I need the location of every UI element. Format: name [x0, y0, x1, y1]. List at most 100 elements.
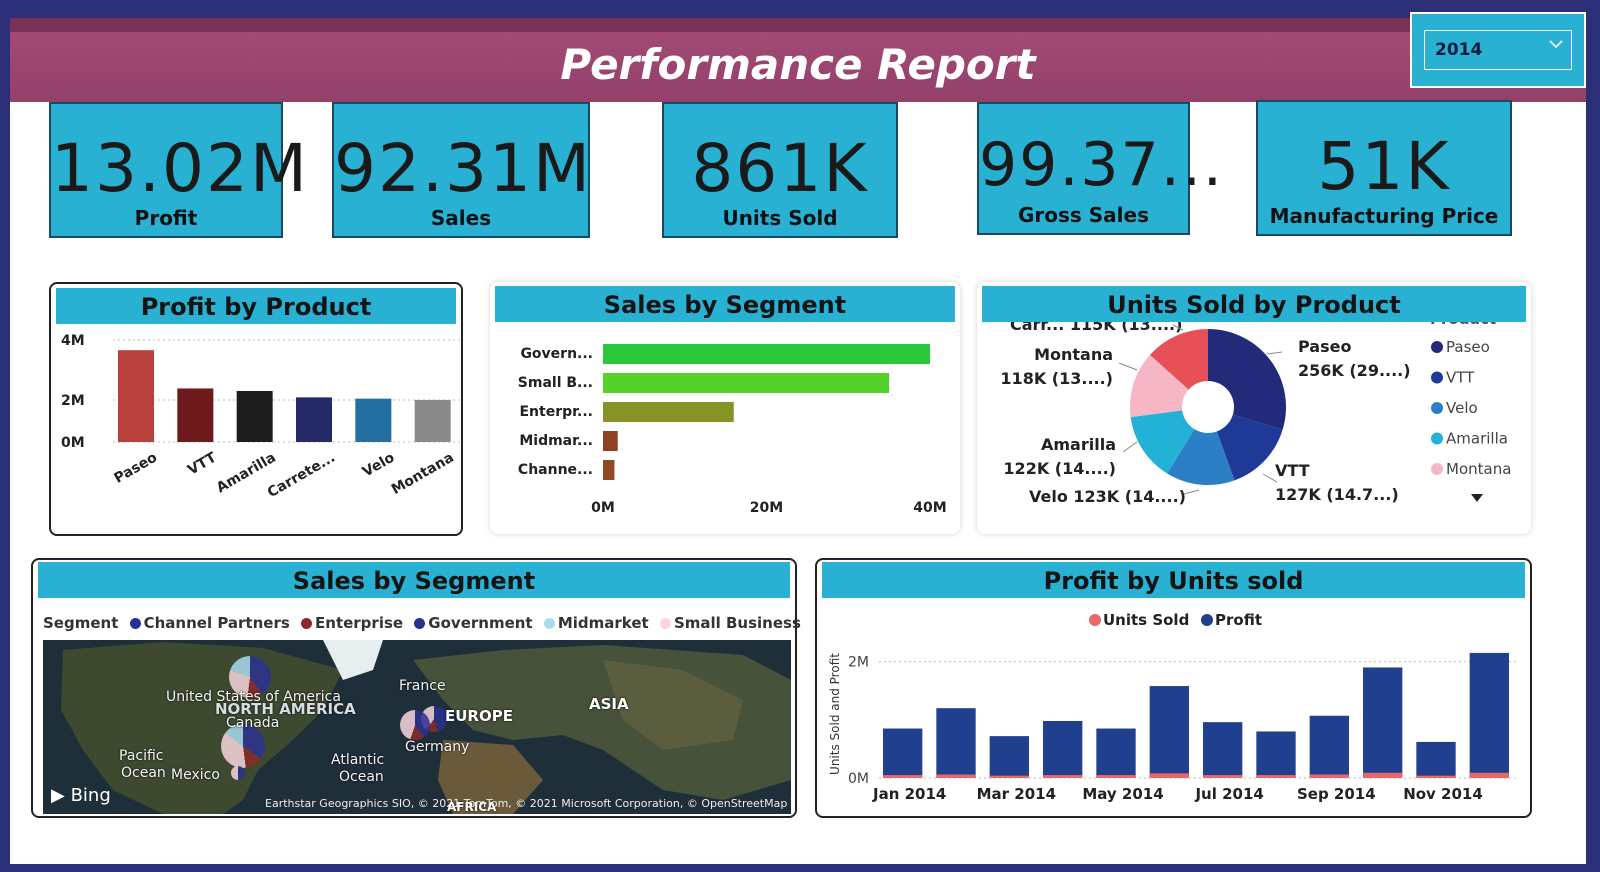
x-tick-label: Nov 2014 [1403, 785, 1483, 803]
kpi-card-sales[interactable]: 92.31M Sales [332, 102, 590, 238]
bar-profit [989, 736, 1029, 778]
bar-segment [603, 373, 890, 393]
legend-label: Amarilla [1446, 430, 1508, 448]
card-title: Profit by Product [56, 288, 456, 324]
data-label: Velo 123K (14....) [1029, 487, 1186, 506]
y-axis-label: Units Sold and Profit [828, 653, 842, 775]
bar-velo [355, 398, 392, 442]
bar-profit [1096, 728, 1136, 778]
profit-by-product-card[interactable]: Profit by Product 4M 2M 0M Paseo VTT Amarilla… [49, 282, 463, 536]
map-pie-germany[interactable] [400, 710, 430, 740]
kpi-value: 92.31M [334, 130, 592, 207]
legend-swatch [1089, 614, 1101, 626]
bar-profit [1469, 652, 1509, 778]
legend-title: Product [1430, 322, 1496, 328]
data-label: 122K (14....) [1003, 459, 1116, 478]
y-tick-label: Govern... [520, 346, 593, 362]
sales-by-segment-map-card[interactable]: Sales by Segment Segment Channel Partner… [31, 558, 801, 818]
x-tick-label: Mar 2014 [977, 785, 1056, 803]
bar-units-sold [1256, 775, 1296, 778]
card-title: Profit by Units sold [822, 562, 1525, 598]
data-label: Paseo [1298, 337, 1351, 356]
card-title: Units Sold by Product [982, 286, 1526, 322]
legend-label: Velo [1446, 399, 1478, 417]
x-tick-label: Jan 2014 [872, 785, 946, 803]
bar-segment [603, 402, 734, 422]
map-label: Germany [405, 739, 470, 755]
year-slicer[interactable]: 2014 [1410, 12, 1586, 88]
data-label: 127K (14.7...) [1275, 485, 1399, 504]
legend-label: VTT [1446, 369, 1475, 387]
bar-profit [1043, 720, 1083, 778]
bar-profit [883, 728, 923, 778]
legend-item[interactable]: Midmarket [543, 614, 649, 632]
legend-swatch [414, 618, 426, 629]
bar-profit [1416, 741, 1456, 778]
legend-swatch [1431, 371, 1443, 384]
data-label: 256K (29....) [1298, 361, 1411, 380]
legend-label: Paseo [1446, 338, 1490, 356]
legend-swatch [1431, 463, 1443, 475]
bar-segment [603, 344, 930, 364]
y-tick-label: Enterpr... [519, 404, 593, 420]
sales-by-segment-bar-chart: Govern... Small B... Enterpr... Midmar... Ch… [518, 344, 947, 516]
map-label: ASIA [589, 695, 629, 713]
bar-profit [1203, 722, 1243, 778]
leader-line [1118, 362, 1138, 371]
bar-units-sold [1043, 775, 1083, 778]
legend-item[interactable]: Enterprise [301, 614, 403, 632]
map-label: EUROPE [445, 707, 513, 725]
legend-swatch [1431, 402, 1443, 414]
y-tick-label: 0M [61, 435, 85, 451]
data-label: Montana [1034, 345, 1113, 364]
profit-by-units-card[interactable]: Profit by Units sold Units Sold Profit 2M 0… [815, 558, 1532, 818]
bar-montana [414, 399, 451, 442]
chevron-down-icon[interactable] [1549, 37, 1563, 51]
legend-item[interactable]: Small Business [659, 614, 801, 632]
card-title: Sales by Segment [495, 286, 955, 322]
legend-item[interactable]: Government [414, 614, 533, 632]
kpi-label: Manufacturing Price [1269, 204, 1499, 228]
data-label: 118K (13....) [1000, 369, 1113, 388]
bar-segment [603, 431, 618, 451]
bar-profit [1256, 731, 1296, 778]
kpi-label: Profit [134, 206, 198, 230]
leader-line [1183, 489, 1200, 495]
card-title: Sales by Segment [38, 562, 790, 598]
legend-swatch [129, 618, 141, 629]
x-tick-label: 20M [750, 500, 783, 516]
legend-item[interactable]: Channel Partners [129, 614, 290, 632]
bing-icon: ▶ [51, 785, 65, 806]
y-tick-label: Midmar... [519, 433, 593, 449]
bar-segment [603, 460, 615, 480]
map-label: Ocean [121, 765, 166, 781]
year-dropdown[interactable]: 2014 [1424, 30, 1572, 70]
kpi-card-profit[interactable]: 13.02M Profit [49, 102, 309, 238]
x-tick-label: VTT [185, 449, 220, 478]
map-label: Atlantic [331, 752, 385, 768]
map-attribution[interactable]: Earthstar Geographics SIO, © 2021 TomTom… [265, 797, 791, 810]
sales-by-segment-bar-card[interactable]: Sales by Segment Govern... Small B... Ente… [490, 282, 960, 534]
map-label: Mexico [171, 767, 220, 783]
y-tick-label: Channe... [518, 462, 593, 478]
x-tick-label: Paseo [111, 449, 160, 486]
kpi-card-manufacturing-price[interactable]: 51K Manufacturing Price [1256, 100, 1512, 236]
data-label: Carr... 115K (13....) [1010, 322, 1182, 334]
bar-units-sold [1309, 774, 1349, 778]
legend-title: Segment [43, 614, 119, 632]
map-pie-mexico[interactable] [231, 766, 245, 780]
data-label: VTT [1275, 461, 1310, 480]
units-by-product-card[interactable]: Units Sold by Product Carr... 115K (13..… [977, 282, 1531, 534]
kpi-card-gross-sales[interactable]: 99.37... Gross Sales [977, 102, 1222, 235]
kpi-card-units-sold[interactable]: 861K Units Sold [662, 102, 898, 238]
data-label: Amarilla [1041, 435, 1116, 454]
kpi-value: 13.02M [51, 130, 309, 207]
page-title: Performance Report [560, 40, 1036, 89]
bar-vtt [177, 388, 214, 442]
x-tick-label: 40M [913, 500, 946, 516]
profit-by-units-chart: Units Sold Profit 2M 0M Units Sold and Profi… [828, 611, 1519, 803]
bar-profit [936, 708, 976, 778]
world-map[interactable]: United States of America NORTH AMERICA C… [43, 640, 791, 814]
bar-units-sold [1203, 775, 1243, 778]
legend-label: Montana [1446, 460, 1511, 478]
